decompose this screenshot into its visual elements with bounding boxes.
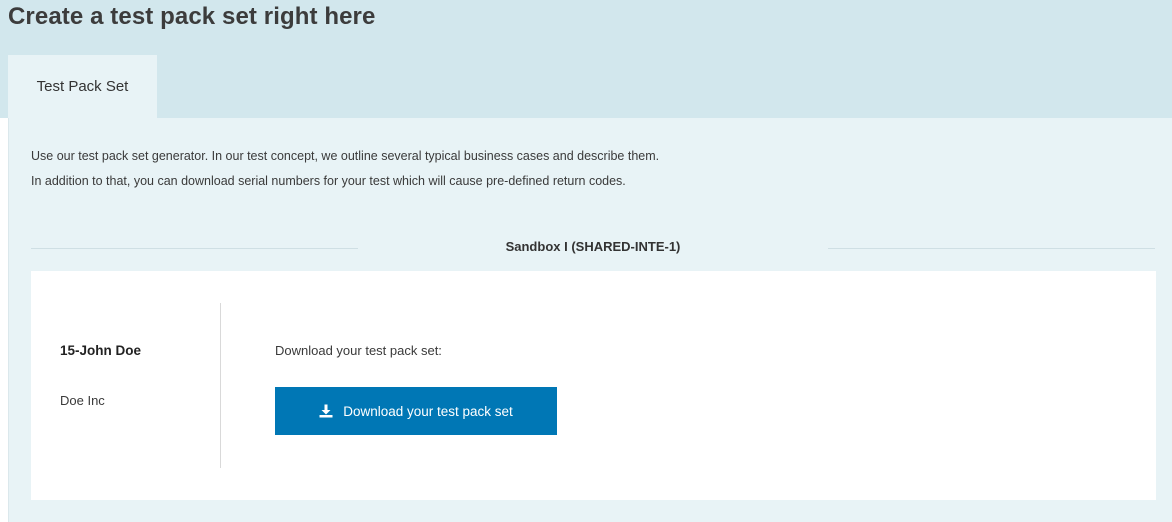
download-button-label: Download your test pack set (343, 403, 513, 419)
page-title: Create a test pack set right here (8, 3, 376, 30)
sandbox-card: 15-John Doe Doe Inc Download your test p… (31, 271, 1156, 500)
intro-line-1: Use our test pack set generator. In our … (31, 149, 660, 163)
tab-label: Test Pack Set (36, 78, 129, 95)
section-divider-right (828, 248, 1155, 249)
section-divider-left (31, 248, 358, 249)
sandbox-title: Sandbox I (SHARED-INTE-1) (505, 239, 681, 254)
intro-text: Use our test pack set generator. In our … (31, 144, 659, 194)
customer-name: 15-John Doe (60, 343, 142, 358)
download-label: Download your test pack set: (275, 343, 442, 358)
page: Create a test pack set right here Test P… (0, 0, 1172, 522)
tab-test-pack-set[interactable]: Test Pack Set (8, 55, 157, 118)
header-band: Create a test pack set right here Test P… (0, 0, 1172, 118)
download-button[interactable]: Download your test pack set (275, 387, 557, 435)
download-icon (319, 404, 333, 418)
customer-info: 15-John Doe Doe Inc (31, 303, 221, 468)
tab-content-panel: Use our test pack set generator. In our … (8, 118, 1172, 522)
customer-company: Doe Inc (60, 393, 105, 408)
intro-line-2: In addition to that, you can download se… (31, 174, 626, 188)
